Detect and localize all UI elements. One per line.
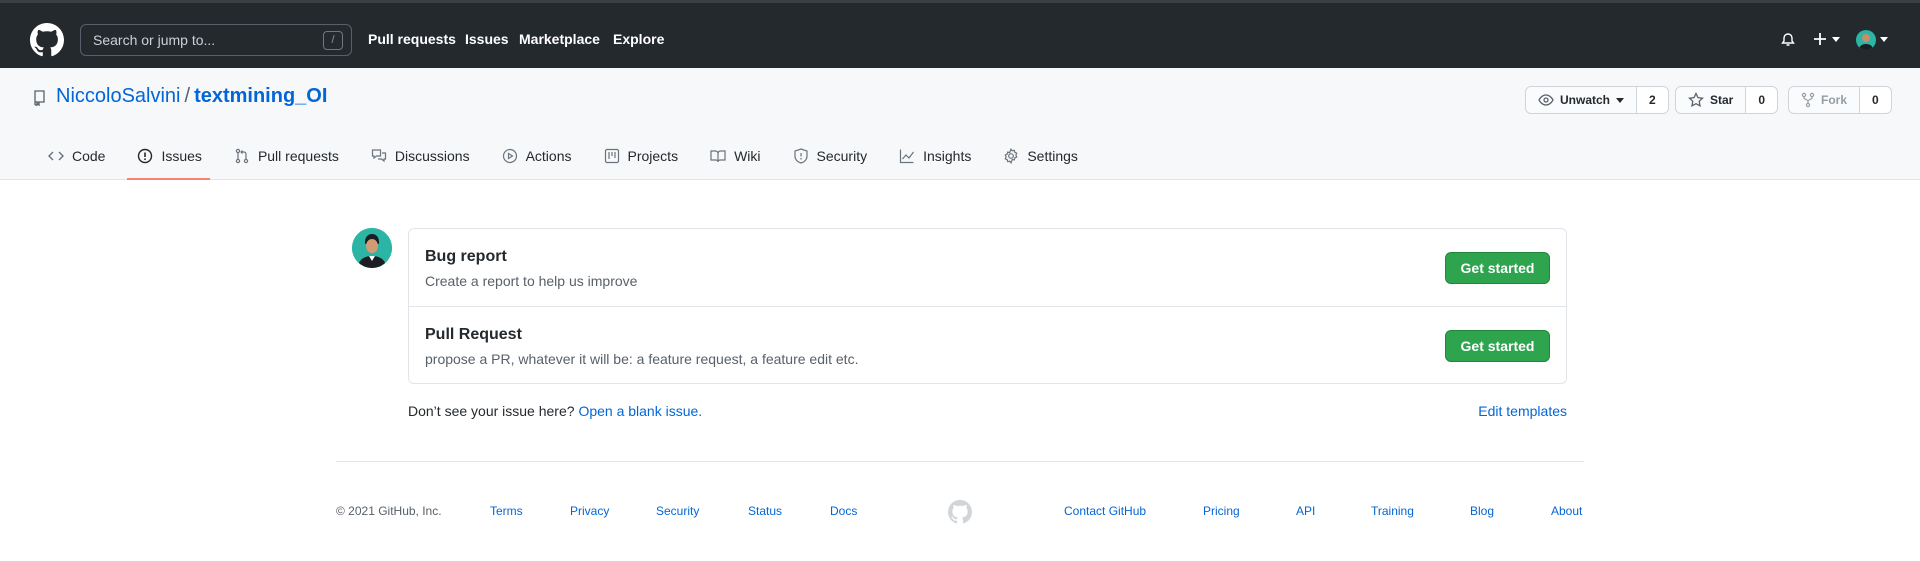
nav-explore[interactable]: Explore	[613, 31, 664, 47]
tab-code-label: Code	[72, 147, 106, 164]
tab-settings[interactable]: Settings	[993, 131, 1086, 180]
watch-button-group: Unwatch 2	[1525, 86, 1669, 114]
tab-projects[interactable]: Projects	[594, 131, 687, 180]
tab-security-label: Security	[816, 147, 868, 164]
watch-count[interactable]: 2	[1637, 86, 1669, 114]
tab-actions[interactable]: Actions	[492, 131, 580, 180]
repo-tabs: Code Issues Pull requests Discussions Ac…	[38, 131, 1100, 180]
tab-settings-label: Settings	[1027, 147, 1078, 164]
tab-code[interactable]: Code	[38, 131, 113, 180]
user-avatar-large[interactable]	[352, 228, 392, 268]
git-pull-request-icon	[235, 148, 249, 163]
gear-icon	[1004, 147, 1018, 164]
footer-link-pricing[interactable]: Pricing	[1203, 504, 1240, 518]
tab-pull-requests[interactable]: Pull requests	[224, 131, 347, 180]
avatar-figure-icon	[1859, 34, 1873, 50]
tab-discussions-label: Discussions	[394, 147, 470, 164]
tab-insights-label: Insights	[923, 147, 972, 164]
user-avatar[interactable]	[1856, 30, 1876, 50]
graph-icon	[899, 149, 915, 163]
code-icon	[48, 151, 64, 160]
tab-actions-label: Actions	[525, 147, 572, 164]
template-item: Pull Request propose a PR, whatever it w…	[409, 306, 1566, 383]
chevron-down-icon[interactable]	[1880, 37, 1888, 43]
footer-link-blog[interactable]: Blog	[1470, 504, 1494, 518]
footer-link-api[interactable]: API	[1296, 504, 1315, 518]
star-count[interactable]: 0	[1746, 86, 1779, 114]
comment-discussion-icon	[371, 148, 386, 162]
star-button-group: Star 0	[1675, 86, 1779, 114]
repo-owner-link[interactable]: NiccoloSalvini	[56, 85, 181, 107]
tab-security[interactable]: Security	[783, 131, 876, 180]
nav-pull-requests[interactable]: Pull requests	[368, 31, 456, 47]
fork-label: Fork	[1821, 93, 1848, 107]
nav-marketplace[interactable]: Marketplace	[519, 31, 600, 47]
tab-wiki-label: Wiki	[734, 147, 761, 164]
footer-link-security[interactable]: Security	[656, 504, 699, 518]
play-icon	[502, 148, 517, 163]
issue-opened-icon	[138, 148, 153, 163]
footer-divider	[336, 461, 1584, 462]
footer-link-docs[interactable]: Docs	[830, 504, 857, 518]
template-title: Pull Request	[425, 326, 522, 343]
blank-issue-prompt: Don’t see your issue here? Open a blank …	[408, 403, 702, 419]
star-label: Star	[1710, 93, 1734, 107]
get-started-button[interactable]: Get started	[1445, 252, 1550, 284]
repo-name-link[interactable]: textmining_OI	[194, 85, 327, 107]
footer-link-terms[interactable]: Terms	[490, 504, 523, 518]
edit-templates-link[interactable]: Edit templates	[1478, 403, 1567, 419]
tab-insights[interactable]: Insights	[889, 131, 979, 180]
unwatch-button[interactable]: Unwatch	[1525, 86, 1638, 114]
template-description: propose a PR, whatever it will be: a fea…	[425, 351, 859, 367]
bell-icon[interactable]	[1780, 31, 1796, 47]
repo-forked-icon	[1801, 92, 1815, 108]
open-blank-issue-link[interactable]: Open a blank issue.	[578, 403, 702, 419]
repo-title: NiccoloSalvini / textmining_OI	[56, 85, 327, 108]
template-description: Create a report to help us improve	[425, 273, 638, 289]
star-button[interactable]: Star	[1675, 86, 1747, 114]
nav-issues[interactable]: Issues	[465, 31, 509, 47]
fork-button[interactable]: Fork	[1788, 86, 1861, 114]
issue-template-list: Bug report Create a report to help us im…	[408, 228, 1567, 384]
fork-button-group: Fork 0	[1788, 86, 1892, 114]
tab-pull-requests-label: Pull requests	[257, 147, 339, 164]
chevron-down-icon[interactable]	[1832, 37, 1840, 43]
tab-discussions[interactable]: Discussions	[361, 131, 478, 180]
footer-link-status[interactable]: Status	[748, 504, 782, 518]
project-icon	[604, 148, 619, 163]
repo-icon	[34, 90, 45, 106]
github-mark-icon[interactable]	[948, 500, 972, 524]
tab-issues-label: Issues	[161, 147, 202, 164]
unwatch-label: Unwatch	[1560, 93, 1611, 107]
repo-title-separator: /	[184, 85, 191, 107]
github-logo-icon[interactable]	[30, 23, 64, 57]
plus-icon[interactable]	[1812, 31, 1828, 47]
tab-issues[interactable]: Issues	[127, 131, 211, 180]
search-placeholder: Search or jump to...	[93, 32, 216, 48]
footer-link-about[interactable]: About	[1551, 504, 1582, 518]
book-icon	[710, 149, 726, 162]
template-title: Bug report	[425, 248, 507, 265]
global-header: Search or jump to... / Pull requests Iss…	[0, 0, 1920, 68]
tab-projects-label: Projects	[627, 147, 679, 164]
fork-count[interactable]: 0	[1860, 86, 1892, 114]
template-item: Bug report Create a report to help us im…	[409, 229, 1566, 306]
footer-link-training[interactable]: Training	[1371, 504, 1414, 518]
footer-copyright: © 2021 GitHub, Inc.	[336, 504, 442, 518]
footer-link-privacy[interactable]: Privacy	[570, 504, 609, 518]
eye-icon	[1538, 94, 1554, 106]
footer-link-contact[interactable]: Contact GitHub	[1064, 504, 1146, 518]
search-input[interactable]: Search or jump to... /	[80, 24, 352, 56]
star-icon	[1688, 92, 1704, 107]
search-shortcut-key: /	[323, 31, 343, 50]
caret-down-icon	[1616, 97, 1625, 103]
shield-icon	[793, 147, 808, 164]
tab-wiki[interactable]: Wiki	[700, 131, 768, 180]
blank-issue-text: Don’t see your issue here?	[408, 403, 575, 419]
repository-header: NiccoloSalvini / textmining_OI Unwatch 2 S…	[0, 68, 1920, 180]
avatar-figure-icon	[352, 228, 392, 268]
get-started-button[interactable]: Get started	[1445, 330, 1550, 362]
